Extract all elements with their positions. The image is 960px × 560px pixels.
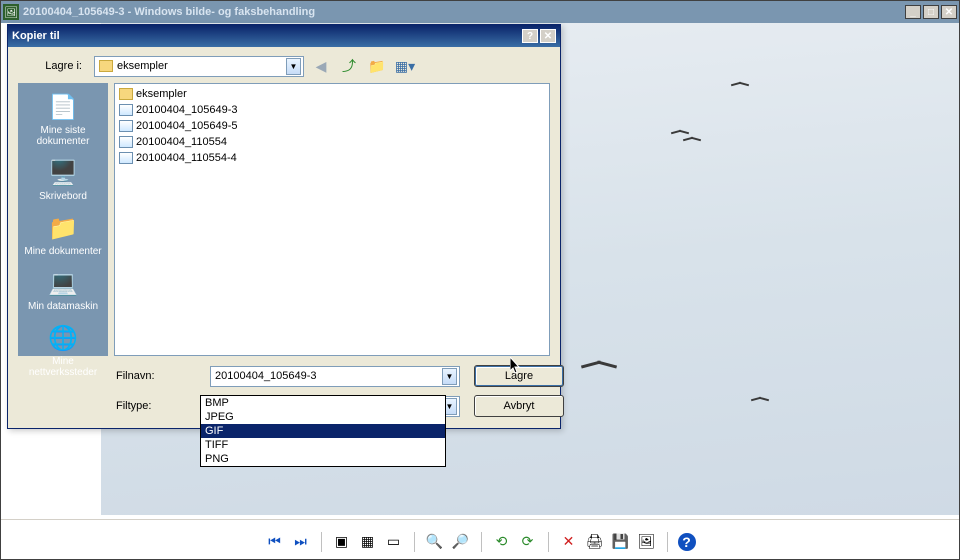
app-titlebar: 🖼 20100404_105649-3 - Windows bilde- og … <box>1 1 959 23</box>
toolbar-separator <box>481 532 482 552</box>
file-name: 20100404_105649-3 <box>136 104 238 116</box>
sidebar-item-label: Min datamaskin <box>28 301 98 312</box>
filetype-option[interactable]: TIFF <box>201 438 445 452</box>
file-row[interactable]: 20100404_110554 <box>117 134 547 150</box>
save-button[interactable]: 💾 <box>611 532 631 552</box>
sidebar-item-label: Skrivebord <box>39 191 87 202</box>
minimize-button[interactable]: _ <box>905 5 921 19</box>
file-name: 20100404_110554-4 <box>136 152 237 164</box>
best-fit-button[interactable]: ▣ <box>332 532 352 552</box>
bottom-toolbar: ⏮ ⏭ ▣ ▦ ▭ 🔍 🔎 ⟲ ⟳ ✕ 🖨 💾 🖼 ? <box>1 519 959 559</box>
rotate-left-button[interactable]: ⟲ <box>492 532 512 552</box>
file-row[interactable]: eksempler <box>117 86 547 102</box>
image-file-icon <box>119 136 133 148</box>
app-icon: 🖼 <box>3 4 19 20</box>
filetype-option[interactable]: JPEG <box>201 410 445 424</box>
network-icon: 🌐 <box>47 322 79 354</box>
sidebar-item-desktop[interactable]: 🖥️ Skrivebord <box>37 155 89 204</box>
rotate-right-button[interactable]: ⟳ <box>518 532 538 552</box>
toolbar-separator <box>321 532 322 552</box>
close-button[interactable]: ✕ <box>941 5 957 19</box>
filename-label: Filnavn: <box>116 370 196 382</box>
toolbar-separator <box>548 532 549 552</box>
documents-icon: 📁 <box>47 212 79 244</box>
dialog-top-row: Lagre i: eksempler ▼ ◀ ⤴ 📁 ▦▾ <box>8 47 560 83</box>
file-name: 20100404_110554 <box>136 136 227 148</box>
zoom-out-button[interactable]: 🔎 <box>451 532 471 552</box>
recent-docs-icon: 📄 <box>47 91 79 123</box>
view-menu-button[interactable]: ▦▾ <box>394 55 416 77</box>
filename-value: 20100404_105649-3 <box>215 370 442 382</box>
sidebar-item-label: Mine siste dokumenter <box>20 125 106 147</box>
new-folder-button[interactable]: 📁 <box>366 55 388 77</box>
file-list-pane[interactable]: eksempler 20100404_105649-3 20100404_105… <box>114 83 550 356</box>
file-row[interactable]: 20100404_105649-5 <box>117 118 547 134</box>
save-in-label: Lagre i: <box>38 60 88 72</box>
chevron-down-icon[interactable]: ▼ <box>442 368 457 385</box>
actual-size-button[interactable]: ▦ <box>358 532 378 552</box>
cancel-button[interactable]: Avbryt <box>474 395 564 417</box>
app-title: 20100404_105649-3 - Windows bilde- og fa… <box>23 6 905 18</box>
dialog-title: Kopier til <box>12 30 522 42</box>
save-dialog: Kopier til ? ✕ Lagre i: eksempler ▼ ◀ ⤴ … <box>7 24 561 429</box>
computer-icon: 💻 <box>47 267 79 299</box>
prev-image-button[interactable]: ⏮ <box>265 532 285 552</box>
filetype-dropdown-list[interactable]: BMP JPEG GIF TIFF PNG <box>200 395 446 467</box>
save-in-value: eksempler <box>117 60 286 72</box>
next-image-button[interactable]: ⏭ <box>291 532 311 552</box>
zoom-in-button[interactable]: 🔍 <box>425 532 445 552</box>
delete-button[interactable]: ✕ <box>559 532 579 552</box>
save-button[interactable]: Lagre <box>474 365 564 387</box>
places-sidebar: 📄 Mine siste dokumenter 🖥️ Skrivebord 📁 … <box>18 83 108 356</box>
dialog-close-button[interactable]: ✕ <box>540 29 556 43</box>
up-one-level-button[interactable]: ⤴ <box>338 55 360 77</box>
file-name: 20100404_105649-5 <box>136 120 238 132</box>
image-file-icon <box>119 152 133 164</box>
desktop-icon: 🖥️ <box>47 157 79 189</box>
help-button[interactable]: ? <box>678 533 696 551</box>
image-content <box>731 83 771 91</box>
maximize-button[interactable]: □ <box>923 5 939 19</box>
image-content <box>581 363 621 371</box>
filename-input[interactable]: 20100404_105649-3 ▼ <box>210 366 460 387</box>
file-row[interactable]: 20100404_105649-3 <box>117 102 547 118</box>
cancel-button-label: Avbryt <box>504 400 535 412</box>
folder-icon <box>99 60 113 72</box>
back-button[interactable]: ◀ <box>310 55 332 77</box>
chevron-down-icon[interactable]: ▼ <box>286 58 301 75</box>
filetype-label: Filtype: <box>116 400 196 412</box>
save-in-combo[interactable]: eksempler ▼ <box>94 56 304 77</box>
print-button[interactable]: 🖨 <box>585 532 605 552</box>
slideshow-button[interactable]: ▭ <box>384 532 404 552</box>
save-button-label: Lagre <box>505 370 533 382</box>
image-file-icon <box>119 120 133 132</box>
filetype-option-selected[interactable]: GIF <box>201 424 445 438</box>
filetype-option[interactable]: BMP <box>201 396 445 410</box>
toolbar-separator <box>414 532 415 552</box>
sidebar-item-documents[interactable]: 📁 Mine dokumenter <box>22 210 103 259</box>
dialog-titlebar: Kopier til ? ✕ <box>8 25 560 47</box>
toolbar-separator <box>667 532 668 552</box>
image-content <box>751 398 791 406</box>
image-file-icon <box>119 104 133 116</box>
file-row[interactable]: 20100404_110554-4 <box>117 150 547 166</box>
dialog-middle: 📄 Mine siste dokumenter 🖥️ Skrivebord 📁 … <box>8 83 560 360</box>
sidebar-item-label: Mine dokumenter <box>24 246 101 257</box>
edit-button[interactable]: 🖼 <box>637 532 657 552</box>
folder-icon <box>119 88 133 100</box>
sidebar-item-recent[interactable]: 📄 Mine siste dokumenter <box>18 89 108 149</box>
file-name: eksempler <box>136 88 187 100</box>
sidebar-item-computer[interactable]: 💻 Min datamaskin <box>26 265 100 314</box>
filetype-option[interactable]: PNG <box>201 452 445 466</box>
dialog-help-button[interactable]: ? <box>522 29 538 43</box>
image-content <box>683 138 723 146</box>
